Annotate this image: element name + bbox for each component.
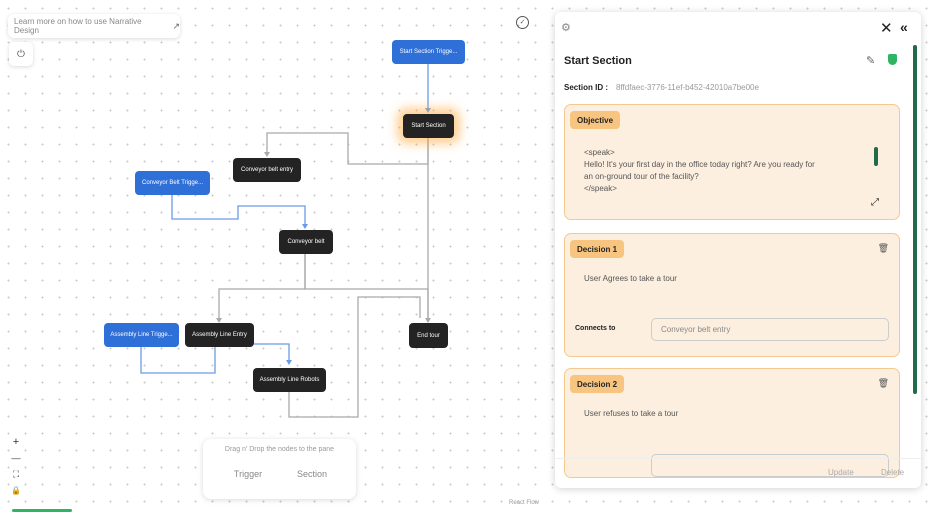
- decision-tag: Decision 2: [570, 375, 625, 393]
- trash-icon[interactable]: 🗑: [878, 243, 889, 254]
- objective-card: Objective <speak> Hello! It's your first…: [564, 104, 900, 220]
- edit-icon[interactable]: ✎: [866, 54, 875, 67]
- decision-text[interactable]: User Agrees to take a tour: [584, 273, 677, 285]
- node-start-section[interactable]: Start Section: [403, 114, 454, 138]
- arrowhead: [286, 360, 292, 365]
- decision-card: Decision 1 🗑 User Agrees to take a tour …: [564, 233, 900, 357]
- edge-conveyor-trigger-to-belt: [171, 194, 306, 224]
- trigger-node-button[interactable]: Trigger: [216, 463, 280, 485]
- trash-icon[interactable]: 🗑: [878, 378, 889, 389]
- zoom-out-button[interactable]: —: [10, 453, 22, 463]
- collapse-icon[interactable]: «: [900, 19, 908, 35]
- edge-belt-to-assembly-entry: [218, 254, 306, 318]
- check-icon[interactable]: ✓: [516, 16, 529, 29]
- node-end-tour[interactable]: End tour: [409, 323, 448, 348]
- shield-icon[interactable]: [888, 54, 897, 65]
- node-assembly-line-entry[interactable]: Assembly Line Entry: [185, 323, 254, 347]
- section-id-value: 8ffdfaec-3776-11ef-b452-42010a7be00e: [616, 83, 759, 92]
- power-button[interactable]: ⏻: [9, 42, 33, 66]
- edge-belt-to-end-tour: [304, 254, 429, 318]
- power-icon: ⏻: [17, 48, 25, 60]
- edge-assembly-entry-to-robots: [254, 343, 290, 360]
- node-conveyor-belt[interactable]: Conveyor belt: [279, 230, 333, 254]
- node-conveyor-belt-entry[interactable]: Conveyor belt entry: [233, 158, 301, 182]
- section-detail-panel: ⚙ ✕ « Start Section ✎ Section ID : 8ffdf…: [555, 12, 921, 488]
- gear-icon[interactable]: ⚙: [561, 21, 571, 34]
- node-assembly-line-trigger[interactable]: Assembly Line Trigge...: [104, 323, 179, 347]
- arrowhead: [264, 152, 270, 157]
- section-node-button[interactable]: Section: [280, 463, 344, 485]
- footer-divider: [555, 458, 921, 459]
- learn-more-text: Learn more on how to use Narrative Desig…: [14, 17, 142, 35]
- section-id-label: Section ID :: [564, 83, 609, 92]
- node-conveyor-belt-trigger[interactable]: Conveyor Belt Trigge...: [135, 171, 210, 195]
- external-link-icon: ↗: [172, 20, 180, 31]
- decision-text[interactable]: User refuses to take a tour: [584, 408, 678, 420]
- close-icon[interactable]: ✕: [880, 19, 893, 37]
- connects-to-label: Connects to: [575, 325, 616, 332]
- panel-scrollbar[interactable]: [913, 45, 917, 394]
- panel-title: Start Section: [564, 55, 632, 67]
- decision-tag: Decision 1: [570, 240, 625, 258]
- arrowhead: [302, 224, 308, 229]
- decision-card: Decision 2 🗑 User refuses to take a tour: [564, 368, 900, 478]
- node-palette: Drag n' Drop the nodes to the pane Trigg…: [203, 439, 356, 499]
- lock-icon[interactable]: 🔒: [10, 486, 22, 495]
- learn-more-link[interactable]: Learn more on how to use Narrative Desig…: [8, 14, 180, 38]
- delete-button[interactable]: Delete: [881, 468, 904, 477]
- edge-robots-to-end-tour: [288, 296, 421, 418]
- fit-view-button[interactable]: ⛶: [10, 469, 22, 480]
- palette-hint: Drag n' Drop the nodes to the pane: [224, 446, 335, 453]
- arrowhead: [425, 108, 431, 113]
- text-cursor-indicator: [874, 147, 878, 166]
- edge-assembly-trigger-to-entry: [140, 347, 216, 374]
- objective-tag: Objective: [570, 111, 621, 129]
- node-assembly-line-robots[interactable]: Assembly Line Robots: [253, 368, 326, 392]
- update-button[interactable]: Update: [828, 468, 854, 477]
- react-flow-attribution[interactable]: React Flow: [509, 500, 539, 506]
- zoom-in-button[interactable]: +: [10, 436, 22, 448]
- node-start-section-trigger[interactable]: Start Section Trigge...: [392, 40, 465, 64]
- objective-text[interactable]: <speak> Hello! It's your first day in th…: [584, 147, 815, 195]
- expand-icon[interactable]: ⤢: [871, 197, 879, 208]
- flow-edges: [140, 64, 431, 418]
- connects-to-select[interactable]: Conveyor belt entry: [651, 318, 889, 341]
